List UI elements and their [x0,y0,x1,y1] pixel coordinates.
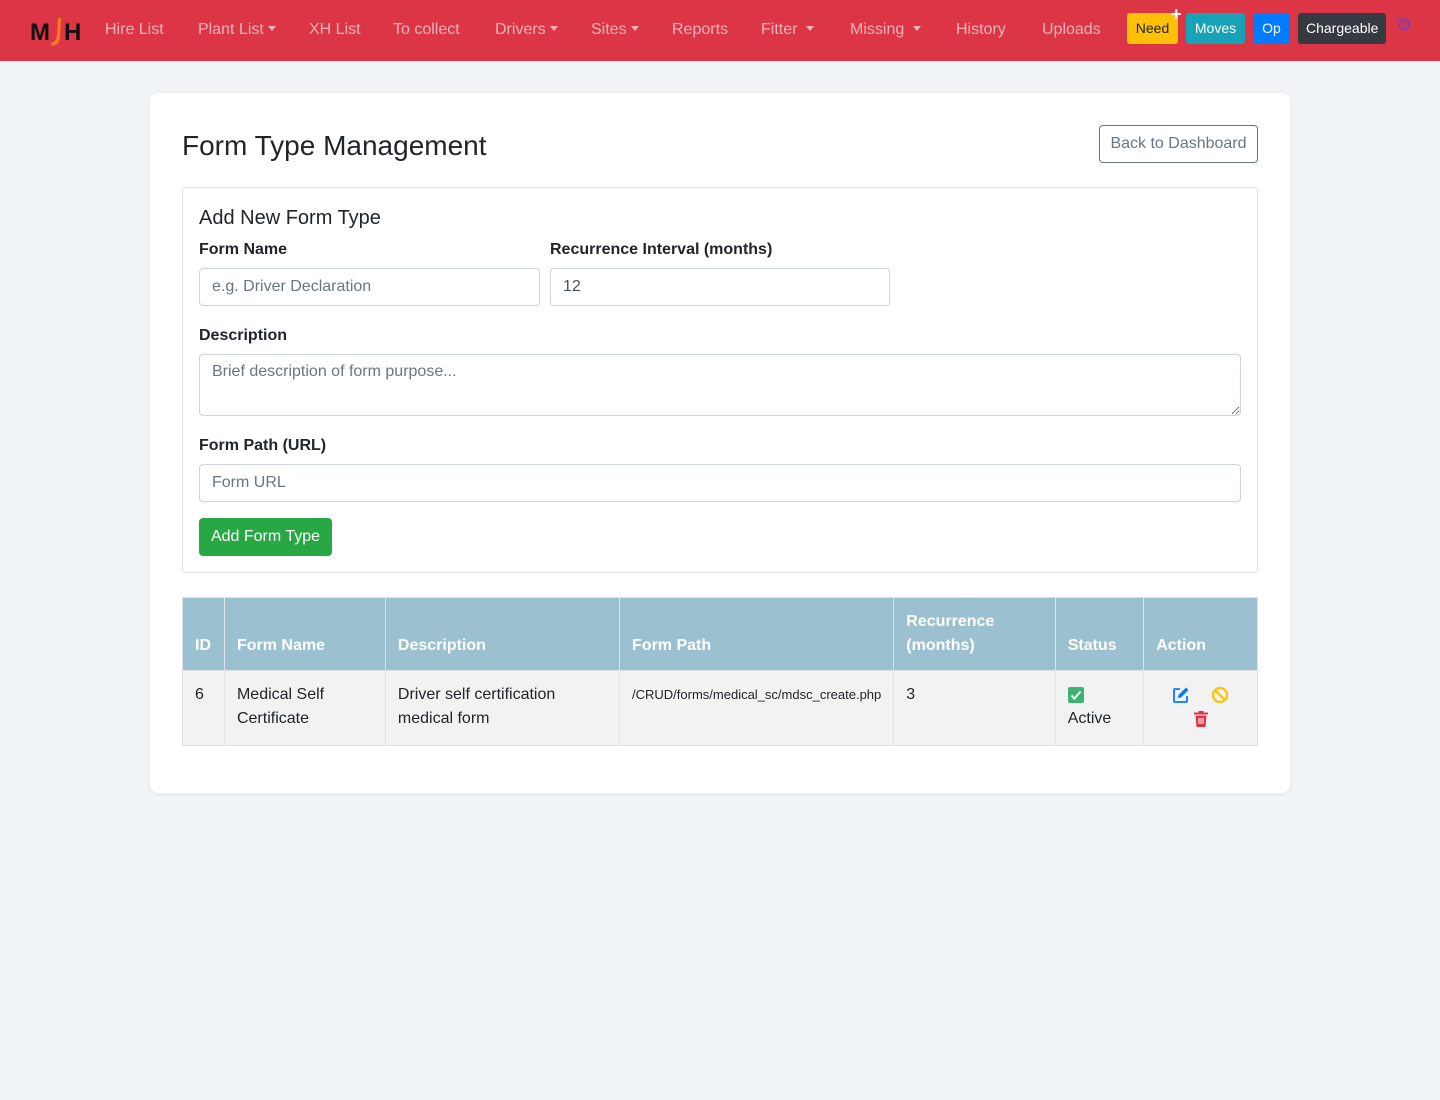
th-description[interactable]: Description [384,597,621,671]
add-form-heading: Add New Form Type [199,207,381,229]
nav-uploads[interactable]: Uploads [1042,20,1101,40]
form-type-card: Form Type Management Back to Dashboard A… [150,93,1290,793]
nav-plant-list[interactable]: Plant List [198,20,276,40]
chevron-down-icon [805,26,814,31]
moves-button[interactable]: Moves [1186,13,1245,44]
op-button[interactable]: Op [1253,13,1290,44]
cell-actions [1143,670,1258,746]
recurrence-input[interactable] [550,268,890,306]
table-row: 6 Medical Self Certificate Driver self c… [182,670,1258,746]
th-recurrence[interactable]: Recurrence (months) [893,597,1056,671]
cell-id: 6 [182,670,225,746]
nav-plant-list-label: Plant List [198,21,264,38]
nav-sites[interactable]: Sites [591,20,639,40]
status-text: Active [1067,710,1112,727]
nav-sites-label: Sites [591,21,627,38]
history-icon[interactable] [1396,16,1412,32]
th-form-name[interactable]: Form Name [223,597,386,671]
nav-reports[interactable]: Reports [672,20,728,40]
nav-hire-list[interactable]: Hire List [105,20,164,40]
ban-icon[interactable] [1211,686,1229,704]
trash-icon[interactable] [1192,710,1210,728]
svg-text:M: M [30,19,50,46]
table-header-row: ID Form Name Description Form Path Recur… [182,597,1258,671]
nav-drivers-label: Drivers [495,21,546,38]
nav-missing-label: Missing [850,21,905,38]
cell-recurrence: 3 [893,670,1056,746]
form-types-table: ID Form Name Description Form Path Recur… [182,597,1258,746]
form-path-label: Form Path (URL) [199,437,327,454]
th-id[interactable]: ID [182,597,225,671]
plus-icon: + [1171,4,1182,24]
cell-description: Driver self certification medical form [384,670,621,746]
th-status[interactable]: Status [1054,597,1145,671]
back-to-dashboard-button[interactable]: Back to Dashboard [1099,125,1258,163]
add-form-type-button[interactable]: Add Form Type [199,518,332,556]
nav-drivers[interactable]: Drivers [495,20,558,40]
add-form-type-panel: Add New Form Type Form Name Recurrence I… [182,187,1258,573]
check-square-icon [1067,687,1084,703]
top-navbar: M H Hire List Plant List XH List To coll… [0,0,1440,61]
edit-icon[interactable] [1172,686,1190,704]
chevron-down-icon [549,26,558,31]
mjh-logo[interactable]: M H [30,14,84,48]
nav-missing[interactable]: Missing [850,20,921,40]
form-name-label: Form Name [199,241,288,258]
chevron-down-icon [912,26,921,31]
cell-form-name: Medical Self Certificate [223,670,386,746]
nav-fitter[interactable]: Fitter [761,20,814,40]
nav-xh-list[interactable]: XH List [309,20,361,40]
chevron-down-icon [630,26,639,31]
nav-fitter-label: Fitter [761,21,798,38]
description-label: Description [199,327,288,344]
cell-status: Active [1054,670,1145,746]
chevron-down-icon [267,26,276,31]
page-title: Form Type Management [182,130,487,161]
form-path-input[interactable] [199,464,1241,502]
nav-to-collect[interactable]: To collect [393,20,460,40]
th-form-path[interactable]: Form Path [619,597,895,671]
form-name-input[interactable] [199,268,540,306]
recurrence-label: Recurrence Interval (months) [550,241,773,258]
chargeable-button[interactable]: Chargeable [1298,13,1386,44]
th-action: Action [1143,597,1258,671]
svg-text:H: H [64,19,81,46]
nav-history[interactable]: History [956,20,1006,40]
description-textarea[interactable] [199,354,1241,416]
cell-form-path: /CRUD/forms/medical_sc/mdsc_create.php [619,670,895,746]
